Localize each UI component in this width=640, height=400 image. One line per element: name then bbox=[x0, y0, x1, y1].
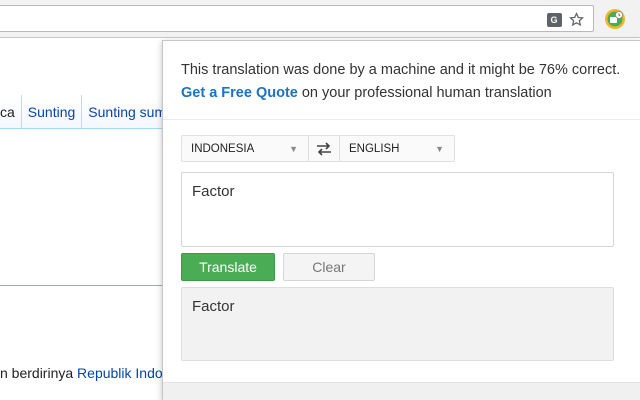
translator-popup: This translation was done by a machine a… bbox=[162, 40, 640, 400]
article-link[interactable]: Republik Indo bbox=[77, 365, 163, 381]
translator-extension-icon[interactable] bbox=[601, 5, 629, 33]
source-text-input[interactable]: Factor bbox=[181, 172, 614, 247]
address-bar[interactable]: G bbox=[0, 5, 594, 32]
target-language-label: ENGLISH bbox=[349, 142, 400, 155]
notice-suffix: on your professional human translation bbox=[297, 85, 552, 101]
page-tabs: ca Sunting Sunting sumbe bbox=[0, 95, 188, 129]
tab-edit[interactable]: Sunting bbox=[20, 95, 82, 129]
section-divider bbox=[0, 285, 170, 286]
notice-text: This translation was done by a machine a… bbox=[181, 62, 621, 78]
swap-icon bbox=[317, 141, 331, 156]
translation-output: Factor bbox=[181, 287, 614, 361]
browser-toolbar: G bbox=[0, 0, 640, 38]
clear-button[interactable]: Clear bbox=[283, 253, 375, 281]
translate-glyph: G bbox=[546, 12, 562, 27]
language-selector: INDONESIA ▼ ENGLISH ▼ bbox=[181, 135, 455, 162]
target-language-select[interactable]: ENGLISH ▼ bbox=[340, 136, 454, 161]
source-language-label: INDONESIA bbox=[191, 142, 255, 155]
swap-languages-button[interactable] bbox=[308, 136, 340, 161]
chevron-down-icon: ▼ bbox=[289, 143, 298, 154]
popup-footer bbox=[163, 382, 640, 400]
article-paragraph: n berdirinya Republik Indo bbox=[0, 365, 163, 381]
machine-translation-notice: This translation was done by a machine a… bbox=[163, 41, 640, 120]
paragraph-text: n berdirinya bbox=[0, 365, 78, 381]
star-icon[interactable] bbox=[568, 12, 584, 27]
source-language-select[interactable]: INDONESIA ▼ bbox=[182, 136, 308, 161]
tab-read[interactable]: ca bbox=[0, 95, 21, 129]
chevron-down-icon: ▼ bbox=[435, 143, 444, 154]
translate-button[interactable]: Translate bbox=[181, 253, 275, 281]
free-quote-link[interactable]: Get a Free Quote bbox=[181, 85, 298, 101]
translate-icon[interactable]: G bbox=[546, 12, 562, 27]
